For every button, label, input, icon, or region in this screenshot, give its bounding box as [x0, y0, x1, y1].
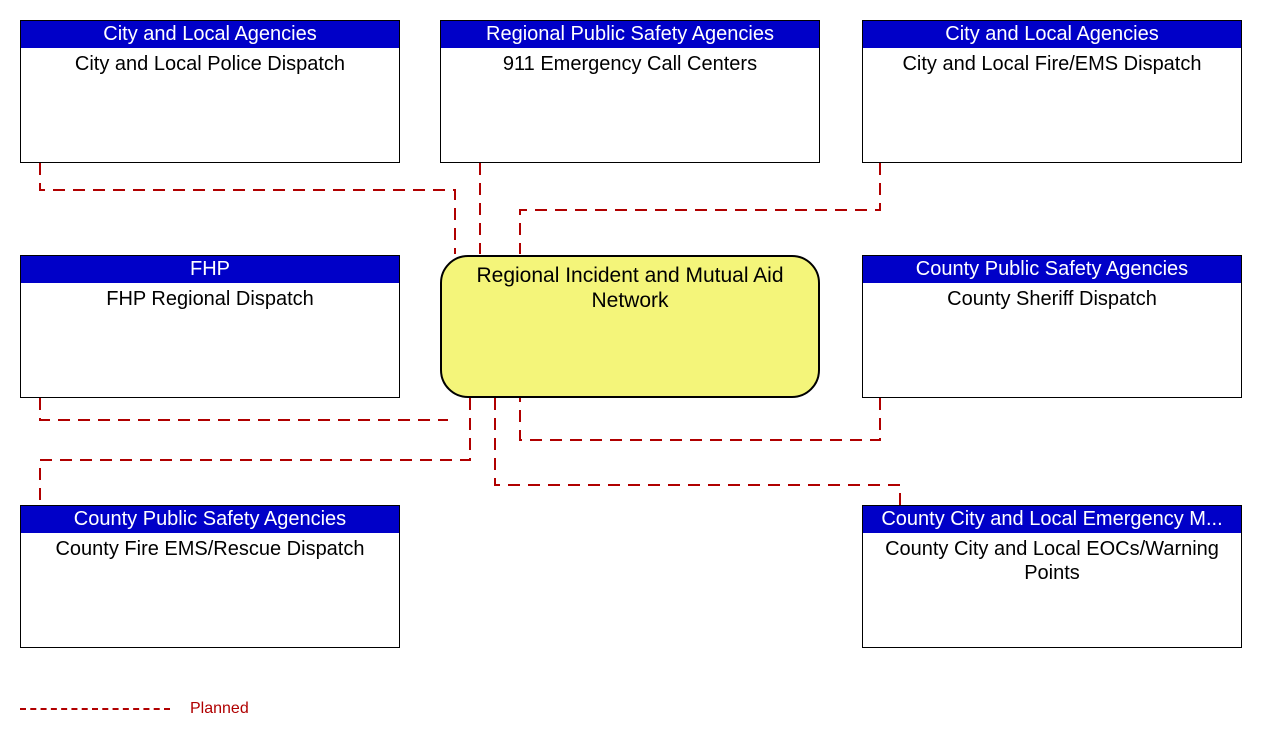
conn-mid-right: [520, 398, 880, 440]
node-body: City and Local Police Dispatch: [21, 48, 399, 80]
node-body: City and Local Fire/EMS Dispatch: [863, 48, 1241, 80]
node-header: Regional Public Safety Agencies: [441, 21, 819, 48]
node-header: County Public Safety Agencies: [863, 256, 1241, 283]
node-header: FHP: [21, 256, 399, 283]
node-header: City and Local Agencies: [21, 21, 399, 48]
conn-top-left: [40, 163, 455, 254]
legend-planned-label: Planned: [190, 700, 249, 718]
node-911-centers: Regional Public Safety Agencies 911 Emer…: [440, 20, 820, 163]
conn-bot-left: [40, 398, 470, 505]
node-body: County City and Local EOCs/Warning Point…: [863, 533, 1241, 589]
legend: Planned: [20, 700, 249, 718]
conn-mid-left: [40, 398, 448, 420]
node-county-fire-ems: County Public Safety Agencies County Fir…: [20, 505, 400, 648]
central-title: Regional Incident and Mutual Aid Network: [476, 264, 783, 312]
legend-line-icon: [20, 708, 170, 710]
node-county-sheriff: County Public Safety Agencies County She…: [862, 255, 1242, 398]
node-body: County Fire EMS/Rescue Dispatch: [21, 533, 399, 565]
node-fhp-dispatch: FHP FHP Regional Dispatch: [20, 255, 400, 398]
node-county-eoc: County City and Local Emergency M... Cou…: [862, 505, 1242, 648]
node-body: 911 Emergency Call Centers: [441, 48, 819, 80]
node-body: FHP Regional Dispatch: [21, 283, 399, 315]
node-city-police-dispatch: City and Local Agencies City and Local P…: [20, 20, 400, 163]
conn-top-right: [520, 163, 880, 254]
node-header: County Public Safety Agencies: [21, 506, 399, 533]
node-body: County Sheriff Dispatch: [863, 283, 1241, 315]
node-header: County City and Local Emergency M...: [863, 506, 1241, 533]
conn-bot-right: [495, 398, 900, 505]
central-node: Regional Incident and Mutual Aid Network: [440, 255, 820, 398]
node-header: City and Local Agencies: [863, 21, 1241, 48]
node-city-fire-ems: City and Local Agencies City and Local F…: [862, 20, 1242, 163]
